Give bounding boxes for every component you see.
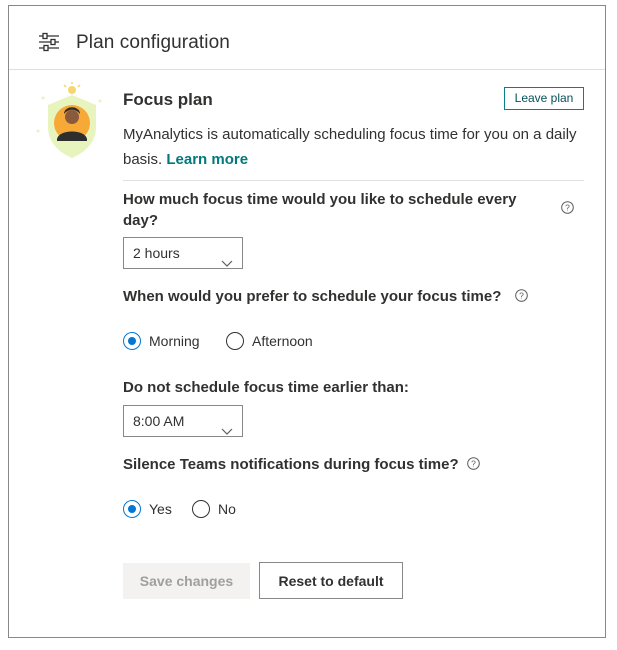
reset-to-default-button[interactable]: Reset to default <box>259 562 403 599</box>
duration-help-icon[interactable]: ? <box>561 201 574 214</box>
radio-checked-icon <box>123 500 141 518</box>
plan-description: MyAnalytics is automatically scheduling … <box>123 122 583 172</box>
earliest-time-question: Do not schedule focus time earlier than: <box>123 379 409 396</box>
focus-avatar-illustration <box>29 81 109 161</box>
no-radio-label: No <box>218 501 236 517</box>
duration-question-line2: day? <box>123 212 159 229</box>
morning-radio-label: Morning <box>149 333 200 349</box>
silence-notifications-question: Silence Teams notifications during focus… <box>123 456 459 473</box>
time-of-day-radio-group: Morning Afternoon <box>123 332 363 354</box>
save-changes-button[interactable]: Save changes <box>123 563 250 599</box>
radio-unchecked-icon <box>226 332 244 350</box>
radio-checked-icon <box>123 332 141 350</box>
time-of-day-help-icon[interactable]: ? <box>515 289 528 302</box>
radio-unchecked-icon <box>192 500 210 518</box>
duration-question: How much focus time would you like to sc… <box>123 189 553 231</box>
plan-title: Focus plan <box>123 90 213 109</box>
yes-radio-label: Yes <box>149 501 172 517</box>
sliders-icon <box>38 32 60 52</box>
silence-help-icon[interactable]: ? <box>467 457 480 470</box>
chevron-down-icon <box>221 416 233 435</box>
silence-radio-group: Yes No <box>123 500 263 522</box>
leave-plan-button[interactable]: Leave plan <box>504 87 584 110</box>
time-of-day-question: When would you prefer to schedule your f… <box>123 288 502 305</box>
plan-configuration-panel: Plan configuration Focus plan Leave plan… <box>8 5 606 638</box>
chevron-down-icon <box>221 248 233 267</box>
svg-text:?: ? <box>471 459 476 469</box>
afternoon-radio-label: Afternoon <box>252 333 313 349</box>
svg-text:?: ? <box>519 291 524 301</box>
duration-dropdown[interactable]: 2 hours <box>123 237 243 269</box>
page-title: Plan configuration <box>76 32 230 53</box>
duration-dropdown-value: 2 hours <box>133 245 180 261</box>
svg-text:?: ? <box>565 203 570 213</box>
divider <box>123 180 584 181</box>
learn-more-link[interactable]: Learn more <box>166 151 248 168</box>
duration-question-line1: How much focus time would you like to sc… <box>123 191 517 208</box>
earliest-time-dropdown-value: 8:00 AM <box>133 413 185 429</box>
earliest-time-dropdown[interactable]: 8:00 AM <box>123 405 243 437</box>
panel-header: Plan configuration <box>9 6 605 70</box>
